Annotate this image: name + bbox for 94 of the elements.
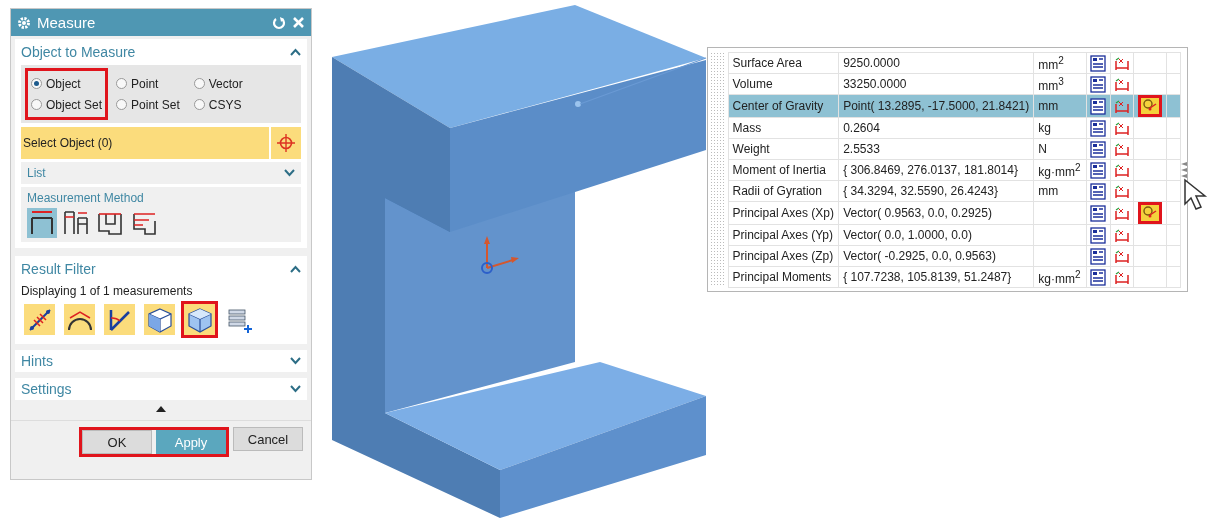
table-cell: Weight: [728, 138, 839, 160]
radio-label[interactable]: CSYS: [208, 97, 242, 112]
info-sheet-icon[interactable]: [1090, 119, 1107, 137]
filter-button[interactable]: [24, 304, 55, 335]
info-sheet-icon[interactable]: [1090, 75, 1107, 93]
table-cell: { 107.7238, 105.8139, 51.2487}: [838, 266, 1034, 288]
radio-label[interactable]: Object Set: [46, 97, 103, 112]
filter-button[interactable]: [104, 304, 135, 335]
info-sheet-icon[interactable]: [1090, 182, 1107, 200]
table-row[interactable]: Surface Area 9250.0000 mm$^{2}$: [728, 52, 1181, 74]
chevron-up-icon[interactable]: [290, 48, 301, 56]
table-row[interactable]: Principal Moments { 107.7238, 105.8139, 51.2487} kg·mm$^{2}$: [728, 266, 1181, 288]
table-row[interactable]: Principal Axes (Xp) Vector( 0.9563, 0.0, 0.2925): [728, 201, 1181, 225]
settings-icon: [17, 15, 31, 30]
section-header[interactable]: Hints: [15, 350, 307, 372]
table-cell: Principal Axes (Xp): [728, 201, 839, 225]
section-title[interactable]: Result Filter: [21, 261, 96, 277]
filter-button[interactable]: [144, 304, 175, 335]
reset-icon[interactable]: [272, 15, 286, 30]
radio-label[interactable]: Point Set: [131, 97, 180, 112]
table-cell: Point( 13.2895, -17.5000, 21.8421): [838, 94, 1034, 118]
table-cell: Volume: [728, 73, 839, 95]
dialog-button[interactable]: Cancel: [233, 427, 303, 451]
info-sheet-icon[interactable]: [1090, 204, 1107, 222]
radio-button[interactable]: [116, 78, 128, 89]
table-row[interactable]: Moment of Inertia { 306.8469, 276.0137, 181.8014} kg·mm$^{2}$: [728, 159, 1181, 181]
table-cell: 9250.0000: [838, 52, 1034, 74]
table-row[interactable]: Weight 2.5533 N: [728, 138, 1181, 160]
info-sheet-icon[interactable]: [1090, 140, 1107, 158]
table-row[interactable]: Radii of Gyration { 34.3294, 32.5590, 26.4243} mm: [728, 180, 1181, 202]
collapse-arrows-icon[interactable]: [1181, 161, 1187, 178]
expand-arrow-icon[interactable]: [156, 406, 166, 412]
section-title[interactable]: Object to Measure: [21, 44, 136, 60]
table-cell: mm$^{3}$: [1033, 73, 1087, 95]
table-cell: 2.5533: [838, 138, 1034, 160]
measure-method-icon: [63, 209, 89, 237]
table-cell: Principal Axes (Yp): [728, 224, 839, 246]
crosshair-icon: [276, 133, 296, 153]
window-title: Measure: [37, 14, 97, 31]
table-cell: Surface Area: [728, 52, 839, 74]
radio-label[interactable]: Vector: [208, 76, 243, 91]
method-button[interactable]: [27, 208, 57, 238]
table-row[interactable]: Volume 33250.0000 mm$^{3}$: [728, 73, 1181, 95]
info-sheet-icon[interactable]: [1090, 247, 1107, 265]
table-cell: Moment of Inertia: [728, 159, 839, 181]
section-header[interactable]: Settings: [15, 378, 307, 400]
table-cell: kg·mm$^{2}$: [1033, 159, 1087, 181]
table-cell: N: [1033, 138, 1087, 160]
radio-button[interactable]: [31, 78, 42, 89]
table-cell: mm: [1033, 180, 1087, 202]
radio-button[interactable]: [31, 99, 42, 110]
filter-button[interactable]: [64, 304, 95, 335]
chevron-up-icon[interactable]: [290, 265, 301, 273]
chevron-down-icon[interactable]: [290, 357, 301, 365]
chevron-down-icon[interactable]: [284, 169, 295, 177]
list-dropdown[interactable]: List: [21, 162, 301, 184]
table-cell: Mass: [728, 117, 839, 139]
measure-method-icon: [29, 209, 55, 237]
radio-label[interactable]: Object: [46, 76, 81, 91]
table-cell: Principal Axes (Zp): [728, 245, 839, 267]
table-cell: { 306.8469, 276.0137, 181.8014}: [838, 159, 1034, 181]
dialog-button[interactable]: OK: [82, 430, 152, 454]
info-sheet-icon[interactable]: [1090, 268, 1107, 286]
table-row[interactable]: Principal Axes (Zp) Vector( -0.2925, 0.0, 0.9563): [728, 245, 1181, 267]
table-cell: Center of Gravity: [728, 94, 839, 118]
table-cell: 33250.0000: [838, 73, 1034, 95]
chevron-down-icon[interactable]: [290, 385, 301, 393]
table-cell: kg·mm$^{2}$: [1033, 266, 1087, 288]
radio-button[interactable]: [193, 99, 205, 110]
radio-button[interactable]: [193, 78, 205, 89]
info-sheet-icon[interactable]: [1090, 97, 1107, 115]
table-cell: kg: [1033, 117, 1087, 139]
dropdown-label: List: [27, 166, 46, 180]
method-label: Measurement Method: [27, 191, 145, 205]
table-cell: Vector( 0.0, 1.0000, 0.0): [838, 224, 1034, 246]
radio-button[interactable]: [116, 99, 128, 110]
table-row[interactable]: Mass 0.2604 kg: [728, 117, 1181, 139]
table-cell: Principal Moments: [728, 266, 839, 288]
radio-label[interactable]: Point: [131, 76, 159, 91]
table-cell: 0.2604: [838, 117, 1034, 139]
table-cell: { 34.3294, 32.5590, 26.4243}: [838, 180, 1034, 202]
filter-summary: Displaying 1 of 1 measurements: [21, 284, 194, 298]
table-row[interactable]: Center of Gravity Point( 13.2895, -17.5000, 21.8421) mm: [728, 94, 1181, 118]
table-cell: Vector( -0.2925, 0.0, 0.9563): [838, 245, 1034, 267]
table-cell: Vector( 0.9563, 0.0, 0.2925): [838, 201, 1034, 225]
table-cell: Radii of Gyration: [728, 180, 839, 202]
info-sheet-icon[interactable]: [1090, 54, 1107, 72]
section-title: Hints: [21, 353, 53, 369]
info-sheet-icon[interactable]: [1090, 226, 1107, 244]
table-cell: mm$^{2}$: [1033, 52, 1087, 74]
close-icon[interactable]: [292, 16, 305, 29]
section-title: Settings: [21, 381, 72, 397]
info-sheet-icon[interactable]: [1090, 161, 1107, 179]
table-row[interactable]: Principal Axes (Yp) Vector( 0.0, 1.0000, 0.0): [728, 224, 1181, 246]
